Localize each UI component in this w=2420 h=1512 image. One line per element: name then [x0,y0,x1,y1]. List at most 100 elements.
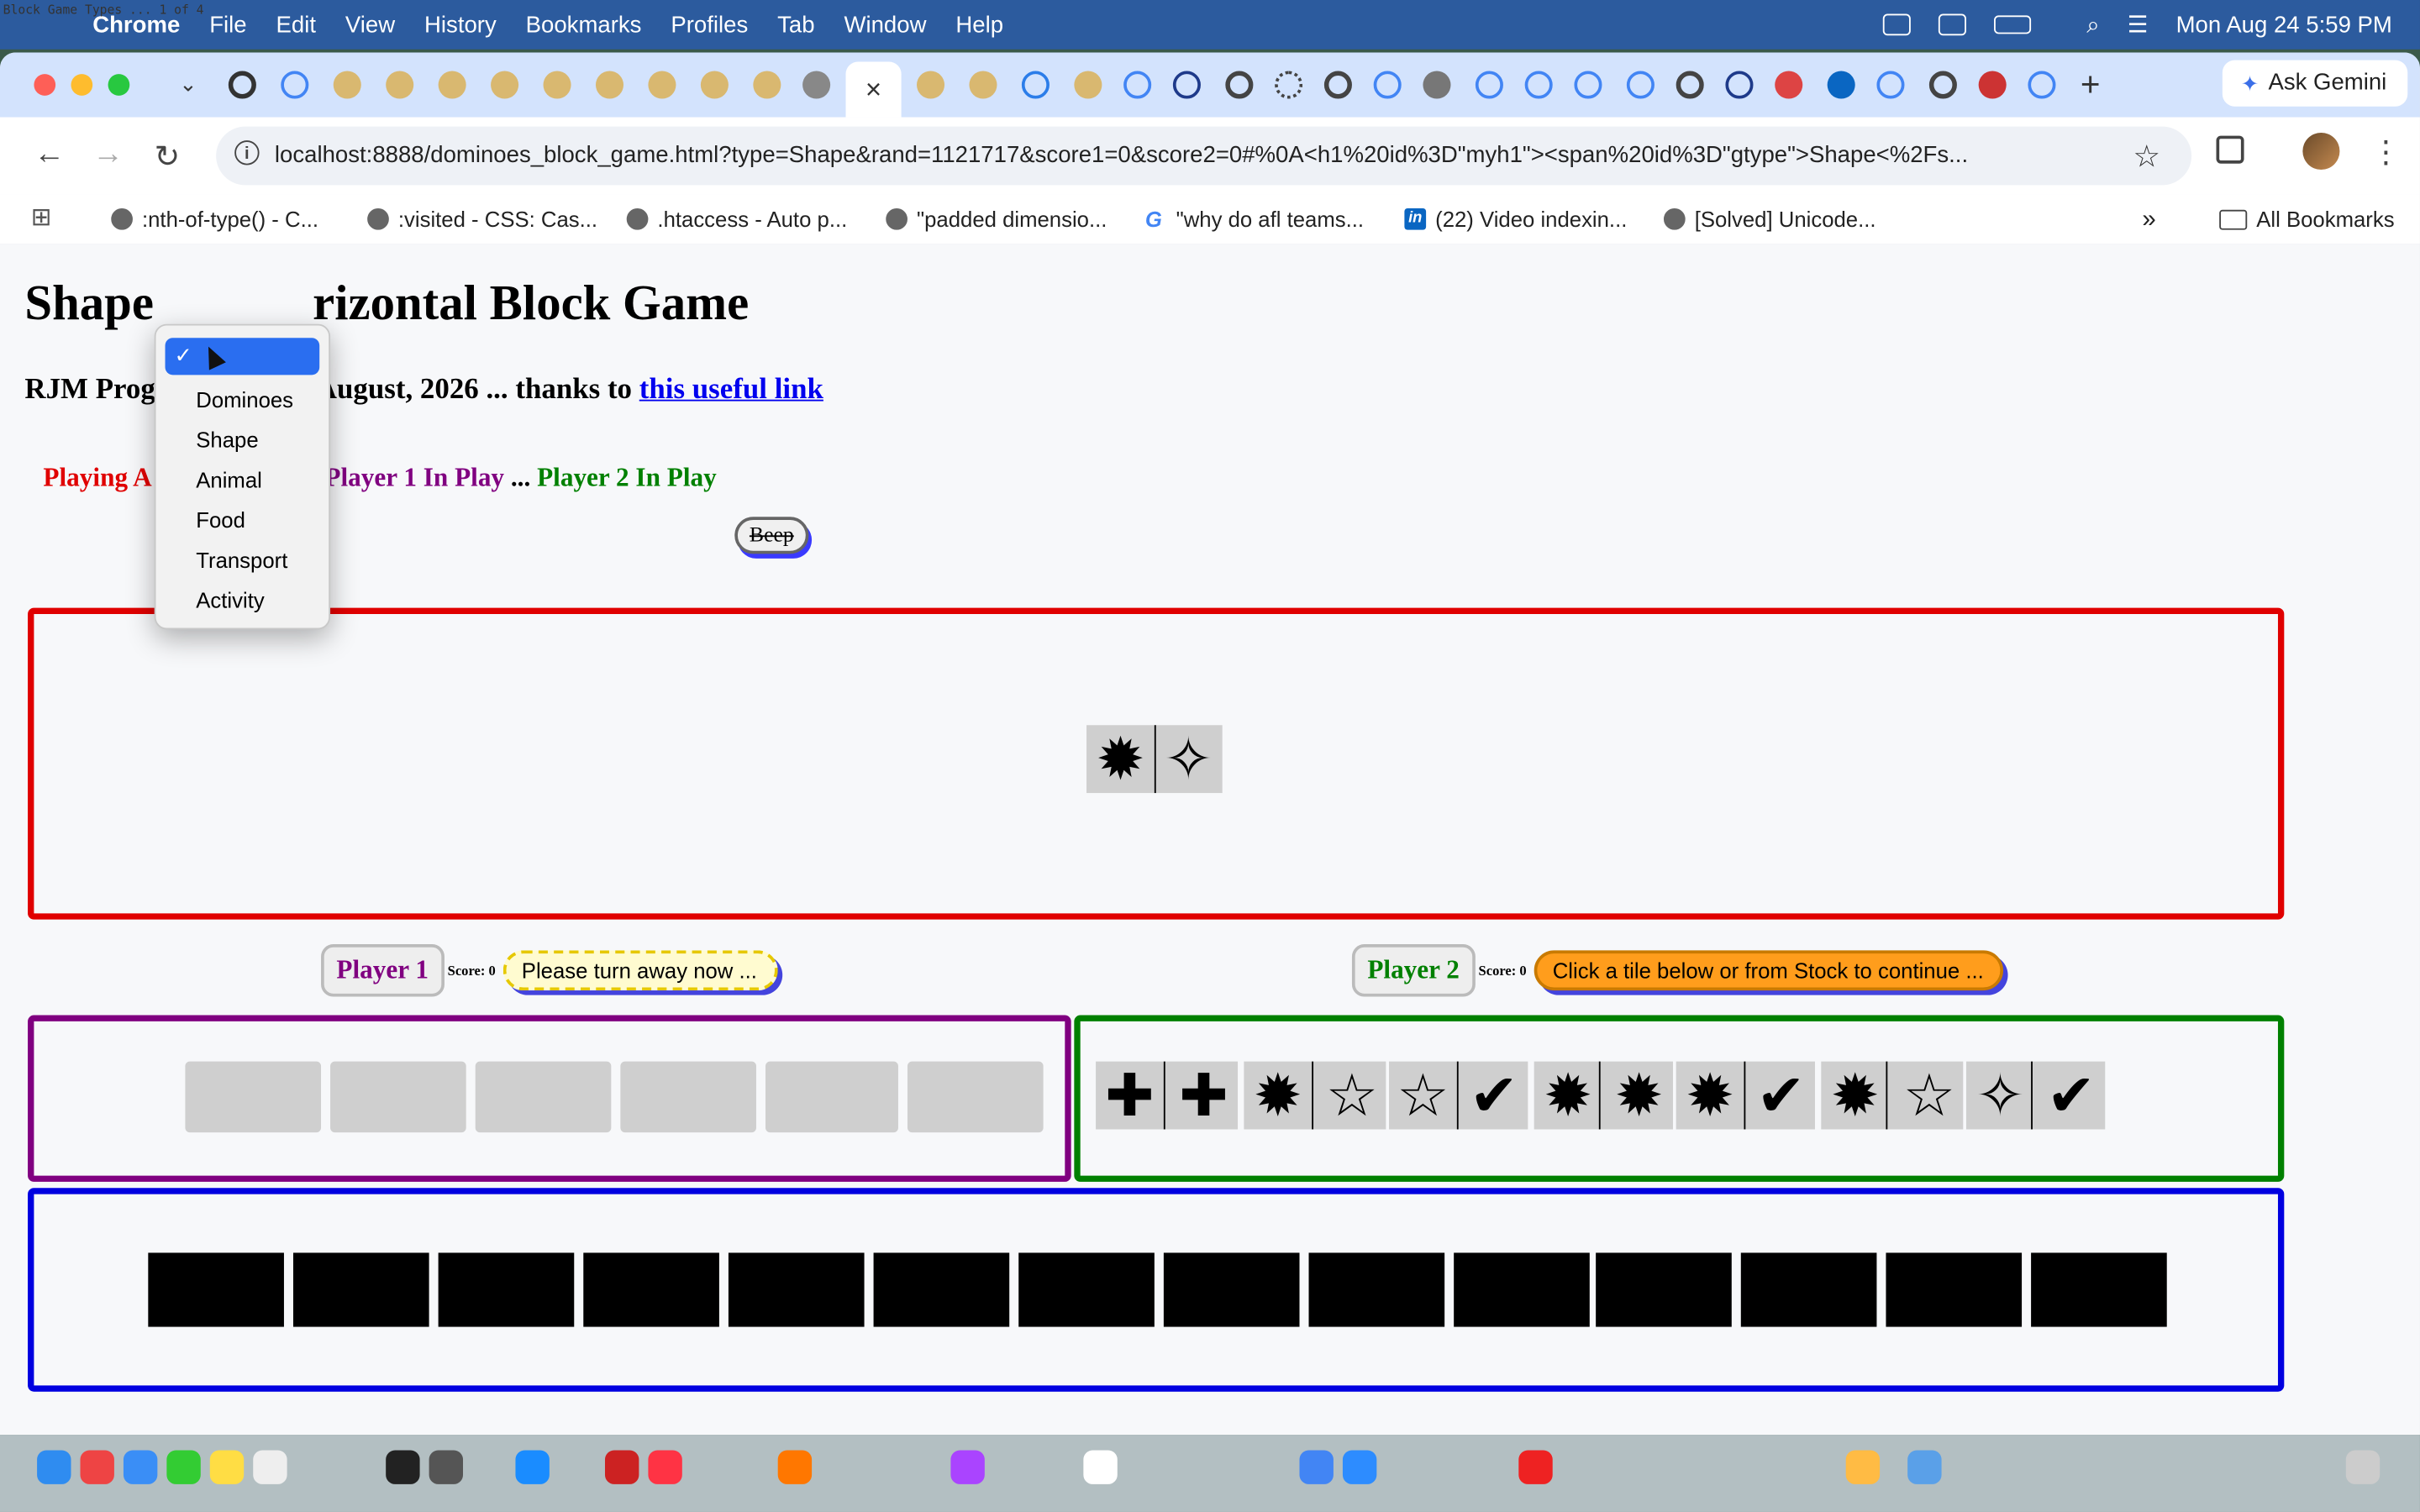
player1-hidden-tile[interactable] [330,1061,466,1133]
bookmark-star-icon[interactable]: ☆ [2133,137,2160,176]
battery-icon[interactable] [1994,15,2032,34]
bookmark-item[interactable]: :nth-of-type() - C... [111,207,318,232]
address-bar[interactable]: i localhost:8888/dominoes_block_game.htm… [216,126,2192,186]
player2-tile[interactable]: ✹ ✹ [1534,1061,1673,1130]
minimize-window-button[interactable] [71,74,93,96]
chrome-icon[interactable] [1299,1450,1334,1484]
tab-favicon[interactable] [491,71,519,99]
menu-history[interactable]: History [424,12,497,38]
apps-grid-icon[interactable]: ⊞ [31,206,55,231]
tab-favicon[interactable] [1978,71,2007,99]
tab-favicon[interactable] [1123,71,1152,99]
stock-tile[interactable] [583,1252,719,1327]
bookmark-item[interactable]: .htaccess - Auto p... [626,207,847,232]
tab-favicon[interactable] [969,71,997,99]
dropdown-selected-option[interactable]: ✓ [165,338,320,375]
extensions-puzzle-icon[interactable] [2216,135,2244,164]
game-type-dropdown[interactable]: ✓ Dominoes Shape Animal Food Transport A… [154,323,331,630]
all-bookmarks-folder[interactable]: All Bookmarks [2219,207,2395,232]
back-arrow-icon[interactable]: ← [34,137,65,172]
useful-link[interactable]: this useful link [639,373,823,406]
mail-icon[interactable] [123,1450,158,1484]
menu-view[interactable]: View [345,12,395,38]
tab-favicon[interactable] [1323,71,1352,99]
tab-favicon[interactable] [648,71,676,99]
tab-favicon[interactable] [595,71,624,99]
player2-button[interactable]: Player 2 [1351,944,1476,997]
stock-tile[interactable] [438,1252,575,1327]
zoom-icon[interactable] [1342,1450,1377,1484]
status-app-icon[interactable] [1882,13,1911,36]
terminal-icon[interactable] [386,1450,420,1484]
stock-tile[interactable] [873,1252,1010,1327]
stock-tile[interactable] [1886,1252,2023,1327]
player2-tile[interactable]: ✚ ✚ [1096,1061,1239,1130]
new-tab-plus-icon[interactable]: + [2081,65,2101,105]
bookmark-item[interactable]: "padded dimensio... [886,207,1107,232]
player1-hidden-tile[interactable] [765,1061,898,1133]
stock-tile[interactable] [1454,1252,1590,1327]
tab-favicon[interactable] [281,71,309,99]
stock-tile[interactable] [2031,1252,2167,1327]
tab-favicon[interactable] [916,71,945,99]
player2-message[interactable]: Click a tile below or from Stock to cont… [1534,950,2004,991]
tab-favicon[interactable] [700,71,729,99]
downloads-folder-icon[interactable] [1907,1450,1942,1484]
tab-favicon[interactable] [228,71,256,99]
calendar-date-icon[interactable] [1083,1450,1118,1484]
bookmark-item[interactable]: in (22) Video indexin... [1404,207,1627,232]
player2-tile[interactable]: ✹ ☆ [1244,1061,1386,1130]
stock-tile[interactable] [292,1252,429,1327]
dropdown-option-shape[interactable]: Shape [196,428,258,452]
menu-window[interactable]: Window [844,12,926,38]
player2-tile[interactable]: ☆ ✔ [1389,1061,1528,1130]
stock-tile[interactable] [1596,1252,1732,1327]
tab-favicon[interactable] [1827,71,1855,99]
opera-icon[interactable] [1518,1450,1553,1484]
profile-avatar[interactable] [2302,132,2340,171]
stock-tile[interactable] [148,1252,284,1327]
dropdown-option-dominoes[interactable]: Dominoes [196,387,293,412]
zoom-window-button[interactable] [108,74,130,96]
tab-favicon[interactable] [333,71,361,99]
close-tab-icon[interactable]: × [846,61,902,117]
dropdown-option-animal[interactable]: Animal [196,468,262,492]
dropdown-option-activity[interactable]: Activity [196,588,264,612]
forward-arrow-icon[interactable]: → [92,137,124,172]
ask-gemini-button[interactable]: ✦ Ask Gemini [2222,60,2408,107]
tab-favicon[interactable] [1574,71,1602,99]
player1-hidden-tile[interactable] [475,1061,612,1133]
tab-favicon[interactable] [802,71,831,99]
tab-favicon[interactable] [1876,71,1905,99]
photos-icon[interactable] [1845,1450,1881,1484]
messages-icon[interactable] [166,1450,201,1484]
firefox-icon[interactable] [777,1450,813,1484]
tab-favicon[interactable] [1373,71,1402,99]
player1-hidden-tile[interactable] [620,1061,756,1133]
player1-button[interactable]: Player 1 [321,944,445,997]
tab-favicon[interactable] [438,71,466,99]
stock-tile[interactable] [728,1252,865,1327]
chrome-menu-icon[interactable]: ⋮ [2370,133,2402,171]
menu-file[interactable]: File [209,12,246,38]
tab-favicon[interactable] [1928,71,1957,99]
bookmark-item[interactable]: :visited - CSS: Cas... [367,207,597,232]
menu-help[interactable]: Help [955,12,1003,38]
tab-favicon[interactable] [753,71,781,99]
tab-favicon[interactable] [386,71,414,99]
spotlight-search-icon[interactable]: ⌕ [2086,12,2099,38]
table-domino-tile[interactable]: ✹ ✧ [1086,725,1223,794]
close-window-button[interactable] [34,74,56,96]
tab-favicon[interactable] [543,71,571,99]
menu-bookmarks[interactable]: Bookmarks [526,12,642,38]
dropdown-option-transport[interactable]: Transport [196,548,287,572]
bookmark-item[interactable]: G "why do afl teams... [1145,207,1364,231]
menubar-clock[interactable]: Mon Aug 24 5:59 PM [2176,12,2392,38]
bookmark-item[interactable]: [Solved] Unicode... [1663,207,1876,232]
tab-favicon[interactable] [2028,71,2056,99]
tab-favicon[interactable] [1074,71,1102,99]
stock-tile[interactable] [1740,1252,1877,1327]
beep-button[interactable]: Beep [734,517,809,554]
control-center-icon[interactable]: ☰ [2128,11,2149,39]
tab-favicon[interactable] [1423,71,1451,99]
